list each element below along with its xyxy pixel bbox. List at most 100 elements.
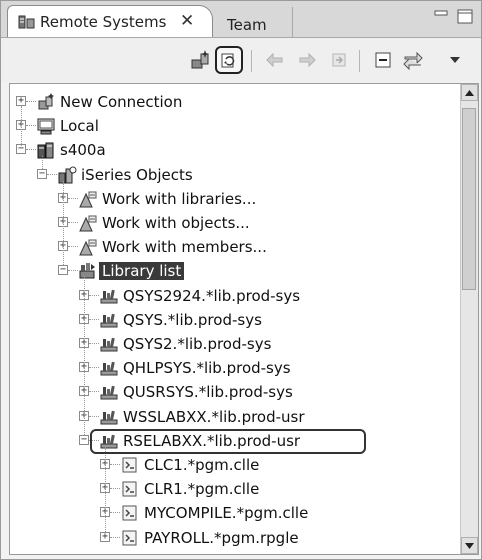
tree-item[interactable]: − RSELABXX.*lib.prod-usr	[10, 429, 460, 453]
tree-connector-line	[89, 318, 99, 320]
tree-item-label: QHLPSYS.*lib.prod-sys	[123, 359, 291, 378]
tree-item-label: Work with objects...	[102, 214, 250, 232]
tree-item-label: Work with libraries...	[102, 189, 257, 208]
tree-item-label: Work with members...	[102, 238, 267, 257]
tree-item-label: QSYS2924.*lib.prod-sys	[123, 286, 301, 305]
tree-item[interactable]: + QSYS2924.*lib.prod-sys	[10, 284, 460, 308]
library-list-icon	[78, 261, 98, 281]
toolbar-separator	[359, 50, 360, 72]
scroll-up-arrow-icon	[465, 89, 474, 96]
expand-toggle-icon[interactable]: +	[100, 531, 110, 542]
scrollbar-thumb[interactable]	[462, 108, 476, 290]
tab-remote-systems[interactable]: Remote Systems ✕	[7, 5, 213, 37]
tree-item-label: s400a	[60, 141, 106, 160]
tree-connector-line	[89, 343, 99, 344]
tree-connector-line	[26, 125, 36, 127]
tree-item-label: MYCOMPILE.*pgm.clle	[144, 504, 309, 523]
tree-item[interactable]: + CLC1.*pgm.clle	[10, 453, 460, 477]
tree-item-label: New Connection	[60, 93, 183, 111]
iseries-objects-icon	[57, 165, 77, 185]
close-icon[interactable]: ✕	[180, 11, 194, 31]
tree-item[interactable]: + Work with members...	[10, 235, 460, 259]
new-connection-icon	[36, 92, 56, 112]
program-icon	[120, 479, 140, 499]
tree-connector-line	[42, 156, 43, 169]
tree-item[interactable]: − iSeries Objects	[10, 163, 460, 187]
tree-item[interactable]: + CLR1.*pgm.clle	[10, 477, 460, 501]
filter-icon	[78, 213, 98, 233]
library-icon	[99, 310, 119, 330]
library-icon	[99, 334, 119, 354]
tree-item-label: RSELABXX.*lib.prod-usr	[123, 431, 301, 450]
scroll-down-button[interactable]	[461, 537, 478, 554]
tab-team[interactable]: Team	[215, 7, 293, 37]
collapse-all-button[interactable]	[369, 46, 397, 74]
new-connection-button[interactable]	[187, 46, 215, 74]
back-button[interactable]	[261, 46, 289, 74]
tree-connector-line	[89, 367, 99, 369]
tree-item[interactable]: + QSYS.*lib.prod-sys	[10, 308, 460, 332]
computer-icon	[36, 116, 56, 136]
tree-connector-line	[26, 149, 36, 151]
tree-connector-line	[110, 488, 120, 490]
tree-connector-line	[68, 197, 78, 199]
tree-item-label: CLC1.*pgm.clle	[144, 456, 260, 474]
collapse-toggle-icon[interactable]: −	[79, 434, 89, 445]
tab-remote-systems-label: Remote Systems	[40, 13, 167, 31]
tree-item[interactable]: + PAYROLL.*pgm.rpgle	[10, 526, 460, 550]
tree-item-label: QUSRSYS.*lib.prod-sys	[123, 383, 293, 402]
scroll-down-arrow-icon	[465, 542, 474, 549]
tree-connector-line	[63, 180, 64, 266]
view-tab-bar: Remote Systems ✕ Team	[1, 1, 481, 38]
view-menu-icon	[450, 57, 460, 63]
tree-item[interactable]: + Local	[10, 114, 460, 138]
tree-item[interactable]: − s400a	[10, 138, 460, 162]
remote-systems-tree-panel: + New Connection + Local − s400a − iSeries Obje…	[9, 83, 479, 555]
collapse-toggle-icon[interactable]: −	[37, 168, 47, 179]
tree-item-label: WSSLABXX.*lib.prod-usr	[123, 407, 305, 426]
toolbar-separator	[251, 50, 252, 72]
maximize-icon[interactable]	[455, 7, 477, 27]
go-into-icon	[332, 53, 346, 67]
tree-item[interactable]: + MYCOMPILE.*pgm.clle	[10, 501, 460, 525]
tree-item[interactable]: + QHLPSYS.*lib.prod-sys	[10, 356, 460, 380]
new-connection-icon	[191, 50, 209, 69]
minimize-icon[interactable]	[431, 7, 453, 27]
view-toolbar	[1, 38, 481, 82]
tree-connector-line	[89, 439, 99, 441]
tree-connector-line	[89, 415, 99, 417]
tree-item[interactable]: + Work with libraries...	[10, 187, 460, 211]
view-menu-button[interactable]	[441, 46, 469, 74]
back-arrow-icon	[266, 52, 283, 68]
link-with-editor-button[interactable]	[399, 46, 427, 74]
tree-connector-line	[68, 222, 78, 223]
vertical-scrollbar[interactable]	[460, 84, 478, 554]
tree-connector-line	[89, 294, 99, 296]
tree-item-label: PAYROLL.*pgm.rpgle	[144, 528, 299, 547]
refresh-button[interactable]	[215, 46, 243, 74]
tree-connector-line	[26, 101, 36, 102]
tree-item-label: QSYS2.*lib.prod-sys	[123, 335, 272, 353]
expand-toggle-icon[interactable]: +	[16, 96, 26, 106]
forward-button[interactable]	[293, 46, 321, 74]
tree-item[interactable]: + QUSRSYS.*lib.prod-sys	[10, 380, 460, 404]
remote-systems-view: Remote Systems ✕ Team + New Connection +…	[0, 0, 482, 560]
tree-item[interactable]: + Work with objects...	[10, 211, 460, 235]
forward-arrow-icon	[299, 52, 316, 68]
tree-connector-line	[110, 536, 120, 538]
collapse-all-icon	[375, 52, 391, 68]
go-into-button[interactable]	[325, 46, 353, 74]
tree-item[interactable]: + New Connection	[10, 90, 460, 114]
tree-connector-line	[68, 246, 78, 248]
tree-connector-line	[89, 391, 99, 393]
tree-item[interactable]: + QSYS2.*lib.prod-sys	[10, 332, 460, 356]
tree-connector-line	[21, 106, 22, 147]
scroll-up-button[interactable]	[461, 84, 478, 101]
library-icon	[99, 286, 119, 306]
tree-connector-line	[110, 512, 120, 514]
tree-item-label: QSYS.*lib.prod-sys	[123, 310, 262, 329]
tree-item[interactable]: + WSSLABXX.*lib.prod-usr	[10, 405, 460, 429]
program-icon	[120, 528, 140, 548]
tree-item[interactable]: − Library list	[10, 259, 460, 283]
collapse-toggle-icon[interactable]: −	[58, 265, 68, 276]
